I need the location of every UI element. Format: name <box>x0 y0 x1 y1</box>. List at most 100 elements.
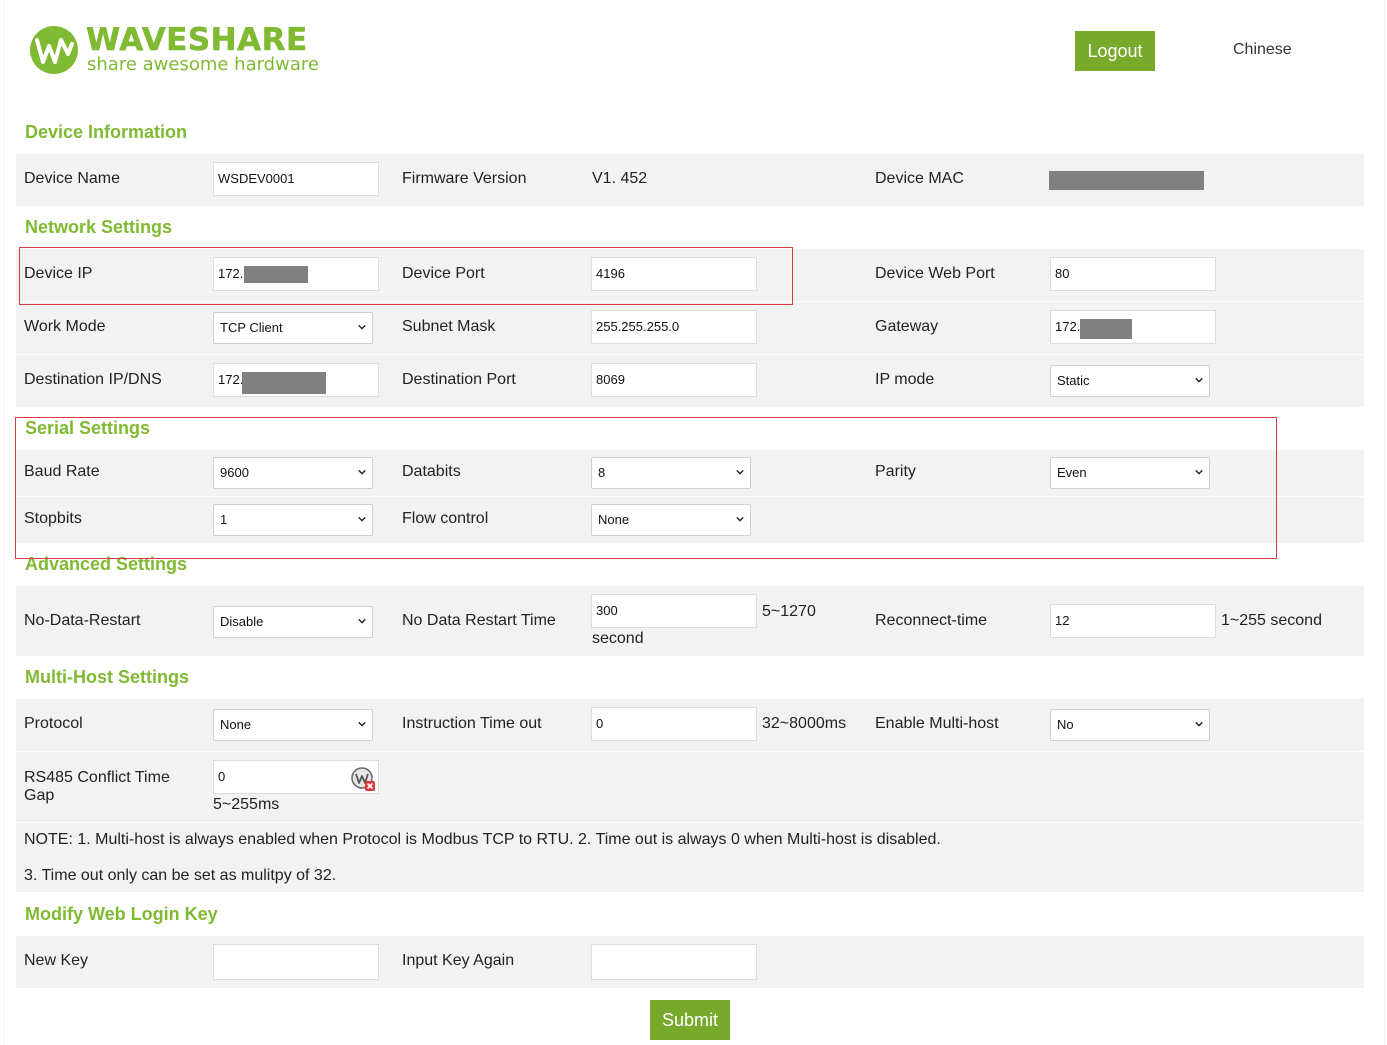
device-name-input[interactable]: WSDEV0001 <box>213 162 379 196</box>
mac-label: Device MAC <box>875 170 964 187</box>
row-no-data-restart: No-Data-Restart Disable No Data Restart … <box>16 586 1364 656</box>
cell: Destination Port <box>394 355 582 407</box>
password-manager-icon[interactable] <box>350 766 376 792</box>
cell: Gateway <box>867 302 1041 354</box>
new-key-input[interactable] <box>213 944 379 980</box>
row-destination: Destination IP/DNS 172. Destination Port… <box>16 355 1364 407</box>
enable-multihost-value: No <box>1057 717 1074 732</box>
protocol-value: None <box>220 717 252 732</box>
cell: Work Mode <box>16 302 204 354</box>
language-switch-link[interactable]: Chinese <box>1233 41 1292 59</box>
web-port-input[interactable]: 80 <box>1050 257 1216 291</box>
conflict-range: 5~255ms <box>213 796 280 813</box>
gateway-label: Gateway <box>875 318 939 335</box>
note-line-2: 3. Time out only can be set as mulitpy o… <box>24 867 337 884</box>
subnet-input[interactable]: 255.255.255.0 <box>591 310 757 344</box>
cell: 172. <box>1043 302 1364 354</box>
reconnect-range: 1~255 second <box>1221 612 1322 629</box>
cell: RS485 Conflict Time Gap <box>16 752 204 822</box>
key-again-label: Input Key Again <box>402 952 515 969</box>
protocol-select[interactable]: None <box>213 709 373 741</box>
logout-button[interactable]: Logout <box>1075 31 1155 71</box>
no-data-restart-select[interactable]: Disable <box>213 606 373 638</box>
cell: 172. <box>206 355 392 407</box>
subnet-label: Subnet Mask <box>402 318 496 335</box>
gateway-input[interactable]: 172. <box>1050 310 1216 344</box>
chevron-down-icon <box>1195 377 1203 383</box>
cell <box>394 752 582 822</box>
cell: New Key <box>16 936 204 988</box>
dest-ip-value: 172. <box>218 372 244 387</box>
cell <box>584 936 865 988</box>
row-protocol: Protocol None Instruction Time out 0 32~… <box>16 699 1364 751</box>
cell: Enable Multi-host <box>867 699 1041 751</box>
cell: Reconnect-time <box>867 586 1041 656</box>
cell <box>1043 154 1364 206</box>
timeout-label: Instruction Time out <box>402 715 542 732</box>
cell: Destination IP/DNS <box>16 355 204 407</box>
chevron-down-icon <box>358 721 366 727</box>
restart-time-unit: second <box>592 630 644 647</box>
device-name-label: Device Name <box>24 170 121 187</box>
dest-port-label: Destination Port <box>402 371 516 388</box>
ip-mode-select[interactable]: Static <box>1050 365 1210 397</box>
work-mode-label: Work Mode <box>24 318 106 335</box>
timeout-input[interactable]: 0 <box>591 707 757 741</box>
key-again-input[interactable] <box>591 944 757 980</box>
cell <box>1043 936 1364 988</box>
cell: Input Key Again <box>394 936 582 988</box>
cell: No Data Restart Time <box>394 586 582 656</box>
cell <box>867 936 1041 988</box>
row-note: NOTE: 1. Multi-host is always enabled wh… <box>16 823 1364 892</box>
section-title-network: Network Settings <box>25 217 173 237</box>
brand-tagline: share awesome hardware <box>87 54 319 75</box>
row-login-key: New Key Input Key Again <box>16 936 1364 988</box>
cell <box>867 752 1041 822</box>
work-mode-value: TCP Client <box>220 320 283 335</box>
dest-port-input[interactable]: 8069 <box>591 363 757 397</box>
cell <box>1043 752 1364 822</box>
cell: 0 32~8000ms <box>584 699 865 751</box>
gateway-redacted <box>1080 319 1132 339</box>
brand-name: WAVESHARE <box>86 22 308 59</box>
cell <box>584 752 865 822</box>
mac-redacted <box>1049 171 1204 190</box>
enable-multihost-select[interactable]: No <box>1050 709 1210 741</box>
cell: 0 5~255ms <box>206 752 392 822</box>
work-mode-select[interactable]: TCP Client <box>213 312 373 344</box>
cell: Device MAC <box>867 154 1041 206</box>
highlight-box-serial <box>15 417 1277 559</box>
cell: TCP Client <box>206 302 392 354</box>
note-line-1: NOTE: 1. Multi-host is always enabled wh… <box>24 831 941 848</box>
cell: 300 5~1270 second <box>584 586 865 656</box>
section-title-multihost: Multi-Host Settings <box>25 667 189 687</box>
chevron-down-icon <box>1195 721 1203 727</box>
ip-mode-value: Static <box>1057 373 1090 388</box>
highlight-box-network <box>19 247 793 305</box>
reconnect-label: Reconnect-time <box>875 612 988 629</box>
cell: 12 1~255 second <box>1043 586 1364 656</box>
submit-button[interactable]: Submit <box>650 1000 730 1040</box>
restart-time-label: No Data Restart Time <box>402 612 556 629</box>
cell: Device Name <box>16 154 204 206</box>
waveshare-logo-icon <box>30 26 78 74</box>
gateway-value: 172. <box>1055 319 1081 334</box>
restart-time-input[interactable]: 300 <box>591 594 757 628</box>
protocol-label: Protocol <box>24 715 83 732</box>
chevron-down-icon <box>358 324 366 330</box>
cell: 255.255.255.0 <box>584 302 865 354</box>
conflict-label-line1: RS485 Conflict Time <box>24 769 170 786</box>
reconnect-input[interactable]: 12 <box>1050 604 1216 638</box>
cell: V1. 452 <box>584 154 865 206</box>
row-work-mode: Work Mode TCP Client Subnet Mask 255.255… <box>16 302 1364 354</box>
section-title-device-info: Device Information <box>25 122 188 142</box>
firmware-value: V1. 452 <box>592 170 648 187</box>
conflict-label-line2: Gap <box>24 787 55 804</box>
cell: Device Web Port <box>867 249 1041 301</box>
cell: 8069 <box>584 355 865 407</box>
cell <box>206 936 392 988</box>
web-port-label: Device Web Port <box>875 265 995 282</box>
cell: Firmware Version <box>394 154 582 206</box>
dest-ip-redacted <box>242 372 326 394</box>
cell: WSDEV0001 <box>206 154 392 206</box>
